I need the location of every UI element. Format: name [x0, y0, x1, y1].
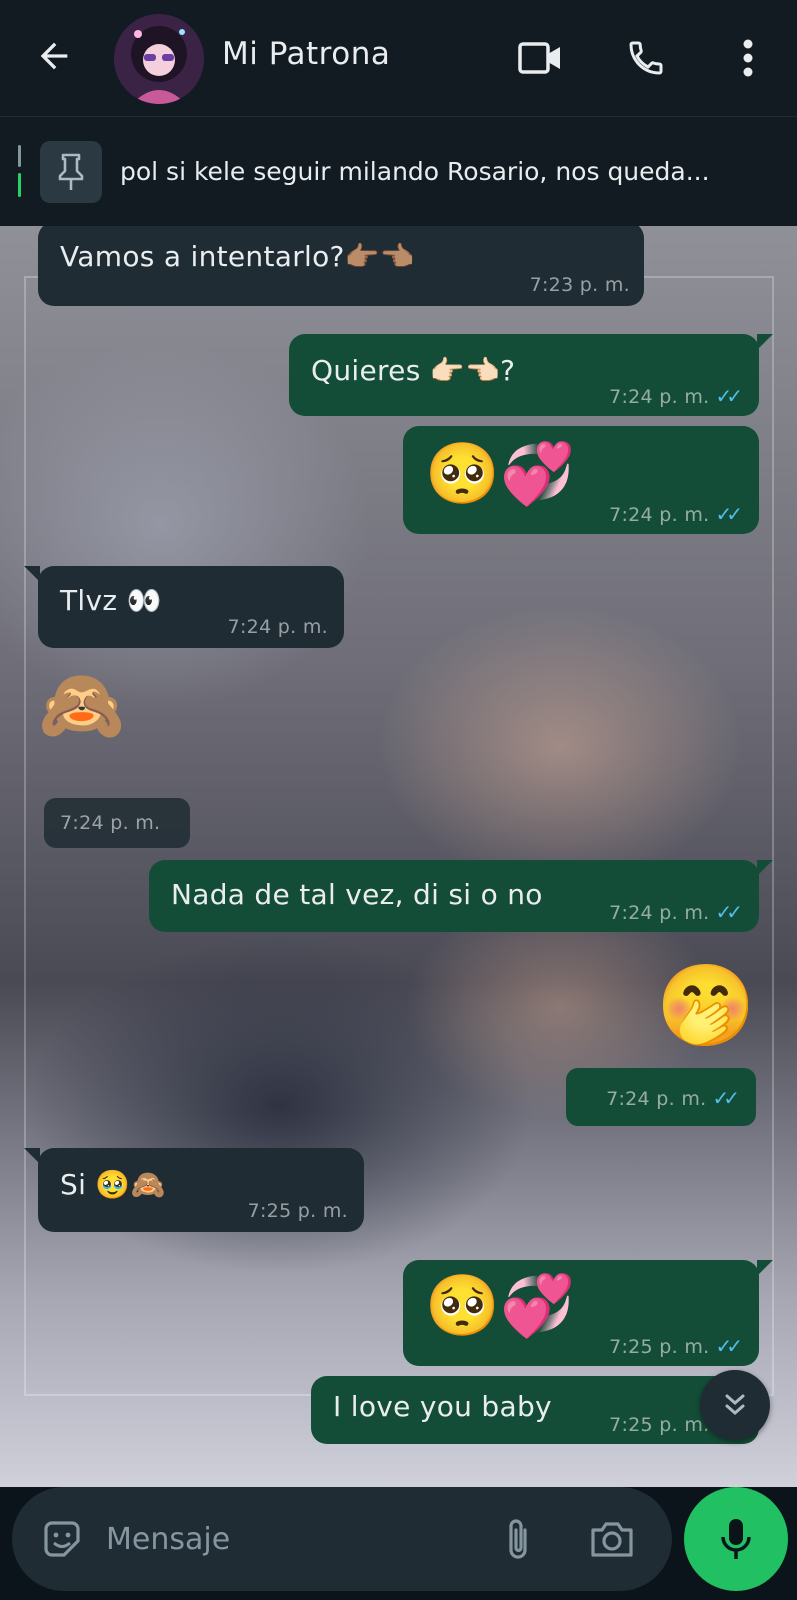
scroll-to-bottom-button[interactable]	[700, 1370, 770, 1440]
message-time: 7:24 p. m. ✓✓	[609, 384, 743, 408]
more-options-icon	[743, 39, 753, 77]
message-time: 7:24 p. m.	[60, 812, 161, 834]
message-time: 7:24 p. m. ✓✓	[606, 1086, 740, 1110]
message-outgoing[interactable]: Nada de tal vez, di si o no 7:24 p. m. ✓✓	[149, 860, 773, 932]
message-text: Nada de tal vez, di si o no	[171, 878, 543, 911]
message-outgoing[interactable]: 🥺💞 7:25 p. m. ✓✓	[403, 1260, 773, 1366]
read-ticks-icon: ✓✓	[715, 900, 742, 924]
message-emoji: 🥺💞	[425, 1271, 576, 1341]
message-input-bar[interactable]	[12, 1487, 672, 1591]
message-time: 7:24 p. m. ✓✓	[609, 900, 743, 924]
more-options-button[interactable]	[720, 30, 776, 86]
sticker-button[interactable]	[34, 1511, 90, 1567]
attach-button[interactable]	[490, 1511, 546, 1567]
message-time: 7:25 p. m.✓✓	[609, 1334, 743, 1358]
message-text: I love you baby	[333, 1390, 552, 1423]
message-time-label: 7:25 p. m.	[609, 1414, 710, 1436]
pin-icon-box	[40, 141, 102, 203]
message-outgoing[interactable]: Quieres 👉🏻👈🏻? 7:24 p. m. ✓✓	[289, 334, 773, 416]
microphone-icon	[721, 1519, 751, 1559]
voice-call-button[interactable]	[618, 30, 674, 86]
message-time-label: 7:24 p. m.	[609, 902, 710, 924]
sticker-icon	[44, 1521, 80, 1557]
read-ticks-icon: ✓✓	[715, 502, 742, 526]
message-time-label: 7:24 p. m.	[609, 386, 710, 408]
contact-name[interactable]: Mi Patrona	[222, 36, 390, 72]
read-ticks-icon: ✓✓	[715, 1334, 742, 1358]
message-time-chip: 7:24 p. m.	[44, 798, 190, 848]
message-text: Quieres 👉🏻👈🏻?	[311, 354, 516, 387]
contact-avatar[interactable]	[114, 14, 204, 104]
back-button[interactable]	[28, 30, 80, 82]
message-text: Tlvz 👀	[60, 584, 162, 617]
message-time-chip: 7:24 p. m. ✓✓	[566, 1068, 756, 1126]
pinned-indicator	[18, 145, 22, 199]
attach-icon	[509, 1519, 527, 1559]
voice-message-button[interactable]	[684, 1487, 788, 1591]
message-text: Si 🥹🙈	[60, 1168, 166, 1201]
message-outgoing-emoji[interactable]: 🤭	[656, 966, 756, 1066]
message-input[interactable]	[106, 1519, 486, 1559]
message-outgoing[interactable]: 🥺💞 7:24 p. m. ✓✓	[403, 426, 759, 534]
pinned-message-text: pol si kele seguir milando Rosario, nos …	[120, 157, 710, 186]
double-chevron-down-icon	[725, 1394, 745, 1415]
video-call-icon	[518, 42, 560, 74]
voice-call-icon	[629, 41, 663, 75]
message-time: 7:24 p. m.	[227, 616, 328, 638]
message-time: 7:24 p. m. ✓✓	[609, 502, 743, 526]
back-arrow-icon	[40, 42, 68, 70]
message-incoming[interactable]: Vamos a intentarlo?👉🏽👈🏽 7:23 p. m.	[38, 226, 644, 306]
message-outgoing[interactable]: I love you baby 7:25 p. m.✓✓	[311, 1376, 759, 1444]
message-emoji: 🙈	[38, 664, 126, 746]
message-emoji: 🤭	[656, 959, 756, 1052]
camera-button[interactable]	[584, 1511, 640, 1567]
message-incoming-emoji[interactable]: 🙈	[38, 670, 148, 760]
chat-header: Mi Patrona	[0, 0, 797, 116]
camera-icon	[591, 1522, 633, 1557]
message-emoji: 🥺💞	[425, 439, 576, 509]
message-time-label: 7:24 p. m.	[606, 1088, 707, 1110]
pin-icon	[58, 153, 84, 190]
message-time: 7:25 p. m.	[247, 1200, 348, 1222]
message-incoming[interactable]: Tlvz 👀 7:24 p. m.	[24, 566, 344, 648]
avatar-illustration	[114, 14, 204, 104]
pinned-message-bar[interactable]: pol si kele seguir milando Rosario, nos …	[0, 116, 797, 226]
composer	[0, 1487, 797, 1600]
read-ticks-icon: ✓✓	[715, 384, 742, 408]
message-incoming[interactable]: Si 🥹🙈 7:25 p. m.	[24, 1148, 364, 1232]
video-call-button[interactable]	[512, 30, 568, 86]
message-time-label: 7:25 p. m.	[609, 1336, 710, 1358]
message-text: Vamos a intentarlo?👉🏽👈🏽	[60, 240, 416, 273]
message-time-label: 7:24 p. m.	[609, 504, 710, 526]
chat-area[interactable]: Vamos a intentarlo?👉🏽👈🏽 7:23 p. m. Quier…	[0, 226, 797, 1487]
message-time: 7:23 p. m.	[529, 274, 630, 296]
read-ticks-icon: ✓✓	[712, 1086, 739, 1110]
